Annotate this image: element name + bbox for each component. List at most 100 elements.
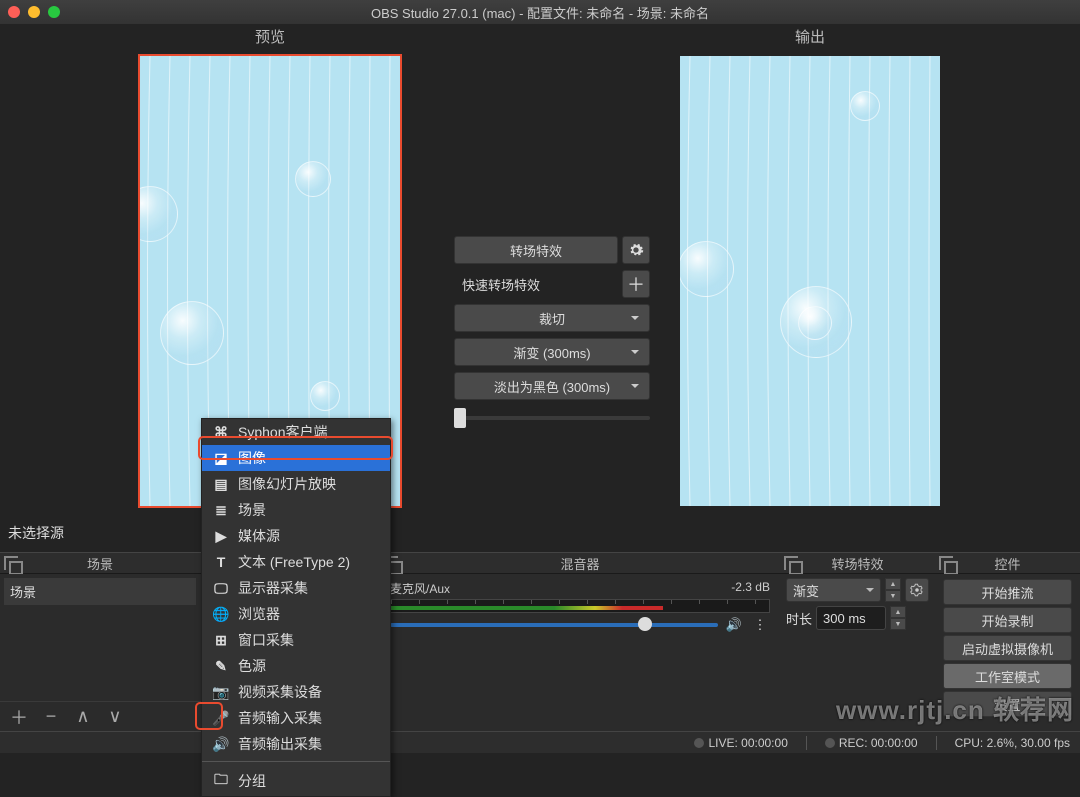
quick-transition-select-2[interactable]: 渐变 (300ms)	[454, 338, 650, 366]
menu-item-icon: ⌘	[212, 424, 230, 441]
menu-item-label: 音频输出采集	[238, 734, 322, 754]
popout-icon[interactable]	[4, 556, 18, 570]
menu-item-icon: 🔊	[212, 736, 230, 753]
menu-item-icon: 📷	[212, 684, 230, 701]
gear-icon[interactable]	[622, 236, 650, 264]
quick-transition-select-3[interactable]: 淡出为黑色 (300ms)	[454, 372, 650, 400]
start-record-button[interactable]: 开始录制	[943, 607, 1072, 633]
menu-item-group[interactable]: 🗀 分组	[202, 766, 390, 796]
menu-item-icon: 🖵	[212, 580, 230, 597]
menu-item-label: 窗口采集	[238, 630, 294, 650]
transition-button[interactable]: 转场特效	[454, 236, 618, 264]
menu-item[interactable]: ⊞ 窗口采集	[202, 627, 390, 653]
folder-icon: 🗀	[212, 769, 230, 793]
status-bar: LIVE: 00:00:00 REC: 00:00:00 CPU: 2.6%, …	[0, 731, 1080, 753]
status-rec: REC: 00:00:00	[839, 736, 918, 750]
status-cpu: CPU: 2.6%, 30.00 fps	[955, 736, 1070, 750]
menu-separator	[202, 761, 390, 762]
scene-down-button[interactable]: ∨	[104, 706, 126, 728]
controls-dock: 开始推流 开始录制 启动虚拟摄像机 工作室模式 设置	[935, 574, 1080, 731]
menu-item[interactable]: ▤ 图像幻灯片放映	[202, 471, 390, 497]
menu-item-label: 色源	[238, 656, 266, 676]
dock-headers: 场景 来源 混音器 转场特效 控件	[0, 552, 1080, 574]
menu-item-label: 图像	[238, 448, 266, 468]
titlebar: OBS Studio 27.0.1 (mac) - 配置文件: 未命名 - 场景…	[0, 0, 1080, 24]
output-canvas[interactable]	[680, 56, 940, 506]
popout-icon[interactable]	[939, 556, 953, 570]
menu-item[interactable]: 🔊 音频输出采集	[202, 731, 390, 757]
menu-item-icon: ⊞	[212, 632, 230, 649]
menu-item-label: 音频输入采集	[238, 708, 322, 728]
dock-header-controls[interactable]: 控件	[935, 552, 1080, 574]
menu-item-label: Syphon客户端	[238, 422, 327, 442]
volume-slider[interactable]	[390, 623, 718, 627]
preview-area: 转场特效 快速转场特效 ＋ 裁切 渐变 (300ms) 淡出为黑色 (300ms…	[0, 46, 1080, 516]
duration-label: 时长	[786, 609, 812, 628]
start-stream-button[interactable]: 开始推流	[943, 579, 1072, 605]
dock-header-scenes[interactable]: 场景	[0, 552, 200, 574]
dock-header-mixer[interactable]: 混音器	[380, 552, 780, 574]
remove-scene-button[interactable]: −	[40, 706, 62, 728]
menu-item[interactable]: ≣ 场景	[202, 497, 390, 523]
transition-select[interactable]: 渐变	[786, 578, 881, 602]
plus-icon[interactable]: ＋	[622, 270, 650, 298]
menu-item-label: 分组	[238, 771, 266, 791]
studio-mode-button[interactable]: 工作室模式	[943, 663, 1072, 689]
output-label: 输出	[540, 24, 1080, 46]
menu-item-label: 显示器采集	[238, 578, 308, 598]
menu-item[interactable]: 📷 视频采集设备	[202, 679, 390, 705]
menu-item[interactable]: 🌐浏览器	[202, 601, 390, 627]
transitions-dock: 渐变 ▲▼ 时长 ▲▼	[780, 574, 935, 731]
menu-item-label: 媒体源	[238, 526, 280, 546]
transition-slider[interactable]	[454, 406, 650, 430]
scenes-toolbar: ＋ − ∧ ∨	[0, 701, 200, 731]
menu-item-icon: ▶	[212, 528, 230, 545]
menu-item[interactable]: ✎ 色源	[202, 653, 390, 679]
add-source-menu[interactable]: ⌘ Syphon客户端 ◪ 图像 ▤ 图像幻灯片放映 ≣ 场景 ▶ 媒体源 T 文本 (FreeTyp…	[201, 418, 391, 797]
status-live: LIVE: 00:00:00	[708, 736, 787, 750]
menu-item[interactable]: 🎤 音频输入采集	[202, 705, 390, 731]
scenes-dock: 场景 ＋ − ∧ ∨	[0, 574, 200, 731]
menu-item[interactable]: ⌘ Syphon客户端	[202, 419, 390, 445]
transition-center-panel: 转场特效 快速转场特效 ＋ 裁切 渐变 (300ms) 淡出为黑色 (300ms…	[454, 236, 650, 430]
add-scene-button[interactable]: ＋	[8, 706, 30, 728]
menu-item-icon: ✎	[212, 658, 230, 675]
quick-transition-label: 快速转场特效	[454, 270, 618, 298]
menu-item[interactable]: ▶ 媒体源	[202, 523, 390, 549]
scene-item[interactable]: 场景	[4, 578, 196, 605]
preview-label: 预览	[0, 24, 540, 46]
menu-item[interactable]: ◪ 图像	[202, 445, 390, 471]
transition-spinner[interactable]: ▲▼	[885, 578, 901, 602]
popout-icon[interactable]	[784, 556, 798, 570]
mixer-channel-name: 麦克风/Aux	[390, 580, 450, 597]
mixer-channel: 麦克风/Aux -2.3 dB 🔊 ⋮	[384, 578, 776, 635]
menu-item[interactable]: 🖵 显示器采集	[202, 575, 390, 601]
menu-item-label: 文本 (FreeType 2)	[238, 552, 350, 572]
settings-button[interactable]: 设置	[943, 691, 1072, 717]
gear-icon[interactable]	[905, 578, 929, 602]
menu-item-label: 图像幻灯片放映	[238, 474, 336, 494]
window-title: OBS Studio 27.0.1 (mac) - 配置文件: 未命名 - 场景…	[0, 3, 1080, 22]
view-header: 预览 输出	[0, 24, 1080, 46]
start-vcam-button[interactable]: 启动虚拟摄像机	[943, 635, 1072, 661]
menu-item-label: 视频采集设备	[238, 682, 322, 702]
menu-item-icon: T	[212, 554, 230, 570]
speaker-icon[interactable]: 🔊	[724, 617, 744, 633]
duration-input[interactable]	[816, 606, 886, 630]
menu-item-icon: 🌐	[212, 606, 230, 623]
menu-item-icon: ≣	[212, 502, 230, 519]
menu-item-icon: ◪	[212, 450, 230, 467]
mixer-channel-level: -2.3 dB	[731, 580, 770, 597]
menu-item-icon: 🎤	[212, 710, 230, 727]
duration-spinner[interactable]: ▲▼	[890, 606, 906, 630]
mixer-dock: 麦克风/Aux -2.3 dB 🔊 ⋮	[380, 574, 780, 731]
quick-transition-select-1[interactable]: 裁切	[454, 304, 650, 332]
more-icon[interactable]: ⋮	[750, 617, 770, 633]
menu-item-label: 场景	[238, 500, 266, 520]
vu-meter	[390, 599, 770, 613]
menu-item[interactable]: T 文本 (FreeType 2)	[202, 549, 390, 575]
scene-up-button[interactable]: ∧	[72, 706, 94, 728]
dock-header-transitions[interactable]: 转场特效	[780, 552, 935, 574]
rec-dot-icon	[825, 738, 835, 748]
menu-item-icon: ▤	[212, 476, 230, 493]
